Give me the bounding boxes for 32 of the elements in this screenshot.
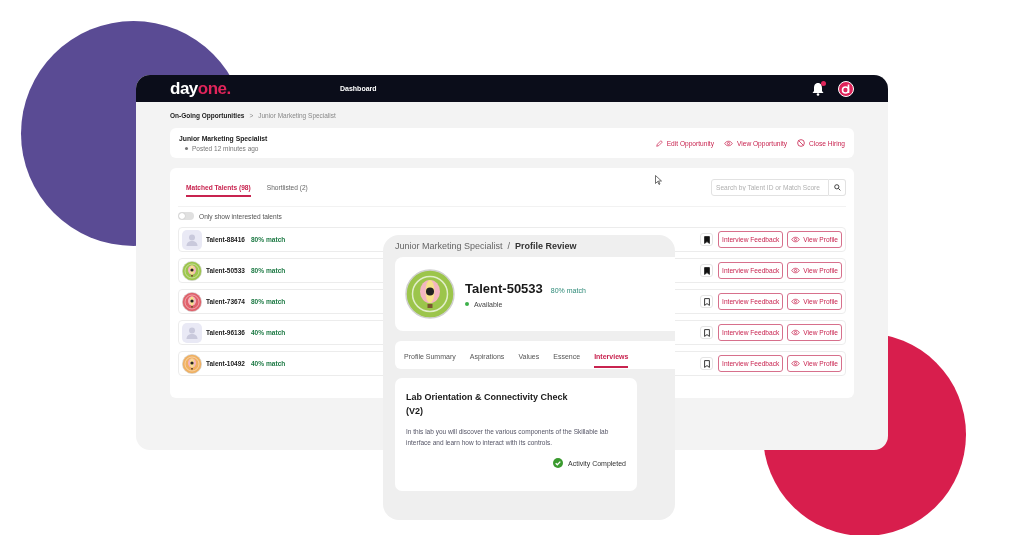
bookmark-button[interactable]: [700, 357, 714, 370]
talent-name: Talent-50533: [465, 280, 543, 296]
toggle-switch[interactable]: [178, 212, 194, 220]
cursor-icon: [655, 175, 662, 185]
bookmark-button[interactable]: [700, 295, 714, 308]
person-icon: [182, 322, 202, 343]
bookmark-icon: [703, 297, 710, 306]
eye-icon: [791, 236, 801, 243]
eye-icon: [791, 329, 801, 336]
bookmark-icon: [703, 328, 710, 337]
search-button[interactable]: [829, 178, 846, 196]
pencil-icon: [655, 139, 663, 147]
eye-icon: [791, 267, 801, 274]
notification-button[interactable]: [812, 81, 824, 96]
bookmark-button[interactable]: [700, 233, 714, 246]
breadcrumb-current: Profile Review: [515, 241, 577, 251]
bookmark-button[interactable]: [700, 326, 714, 339]
bookmark-icon: [703, 359, 710, 368]
bookmark-icon: [703, 266, 710, 275]
search-icon: [833, 183, 841, 191]
bookmark-icon: [703, 235, 710, 244]
logo: dayone.: [170, 78, 232, 99]
breadcrumb-separator: /: [507, 241, 511, 251]
eye-icon: [791, 360, 801, 367]
bell-icon: [812, 81, 824, 96]
interview-title: Lab Orientation & Connectivity Check (V2): [406, 391, 569, 418]
prohibited-icon: [797, 139, 806, 147]
eye-icon: [724, 139, 733, 147]
eye-icon: [791, 298, 801, 305]
bookmark-button[interactable]: [700, 264, 714, 277]
user-avatar-icon[interactable]: [838, 80, 854, 97]
breadcrumb-link[interactable]: Junior Marketing Specialist: [395, 241, 503, 251]
